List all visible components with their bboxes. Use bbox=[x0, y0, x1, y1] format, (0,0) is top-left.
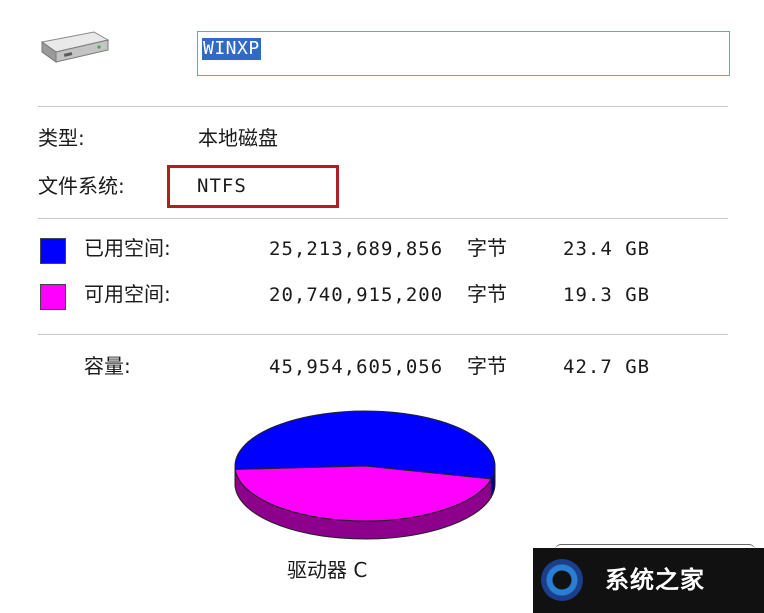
watermark: 系统之家 bbox=[533, 544, 764, 613]
used-space-bytes: 25,213,689,856 bbox=[269, 238, 444, 260]
disk-usage-pie-chart bbox=[234, 410, 496, 540]
capacity-size: 42.7 GB bbox=[563, 356, 651, 378]
watermark-logo-icon bbox=[541, 559, 583, 601]
used-space-swatch bbox=[40, 238, 66, 264]
watermark-text: 系统之家 bbox=[605, 566, 705, 594]
filesystem-label: 文件系统: bbox=[38, 174, 125, 198]
volume-name-selected-text: WINXP bbox=[202, 38, 261, 60]
free-space-size: 19.3 GB bbox=[563, 284, 651, 306]
volume-name-input[interactable]: WINXP bbox=[197, 31, 730, 76]
free-space-bytes: 20,740,915,200 bbox=[269, 284, 444, 306]
capacity-bytes: 45,954,605,056 bbox=[269, 356, 444, 378]
divider bbox=[38, 218, 728, 219]
divider bbox=[38, 106, 728, 107]
type-label: 类型: bbox=[38, 126, 85, 150]
used-space-size: 23.4 GB bbox=[563, 238, 651, 260]
divider bbox=[38, 334, 728, 335]
type-value: 本地磁盘 bbox=[198, 126, 278, 150]
drive-label: 驱动器 C bbox=[287, 558, 368, 582]
capacity-label: 容量: bbox=[84, 354, 131, 378]
free-space-label: 可用空间: bbox=[84, 282, 171, 306]
capacity-unit: 字节 bbox=[467, 354, 507, 378]
hard-drive-icon bbox=[40, 31, 110, 63]
free-space-unit: 字节 bbox=[467, 282, 507, 306]
filesystem-value: NTFS bbox=[197, 175, 247, 197]
used-space-unit: 字节 bbox=[467, 236, 507, 260]
used-space-label: 已用空间: bbox=[84, 236, 171, 260]
filesystem-highlight-box bbox=[167, 165, 339, 208]
free-space-swatch bbox=[40, 284, 66, 310]
